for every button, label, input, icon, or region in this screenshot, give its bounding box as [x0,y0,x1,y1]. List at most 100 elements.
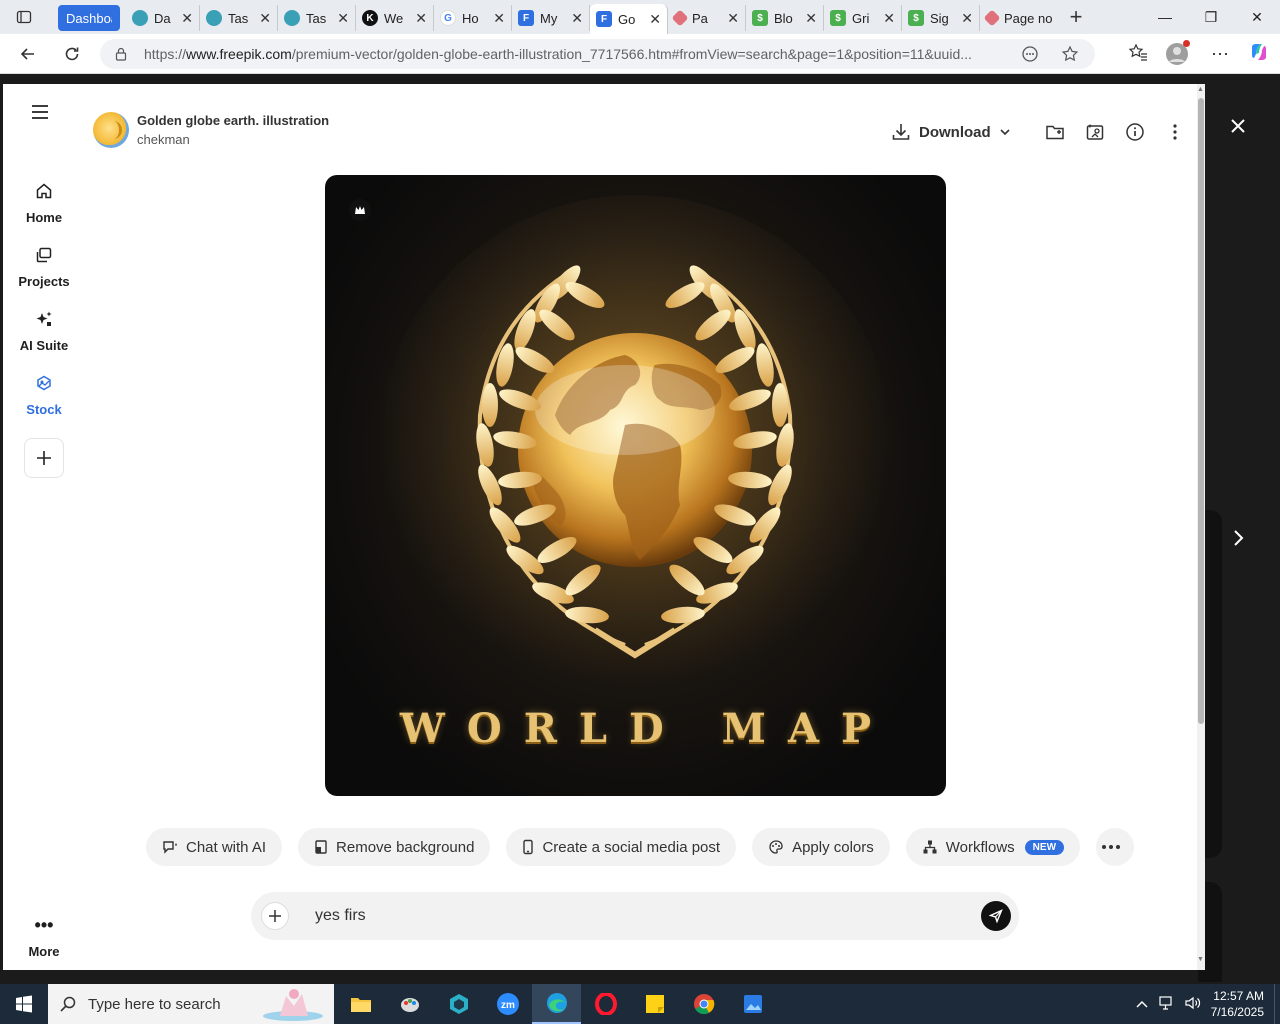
browser-tab-active[interactable]: F Go ✕ [590,4,668,34]
close-tab-icon[interactable]: ✕ [493,10,505,27]
new-tab-button[interactable]: + [1058,4,1094,30]
browser-tab[interactable]: Dashboard [58,5,120,31]
download-button[interactable]: Download [891,122,1011,142]
network-icon[interactable] [1159,995,1175,1013]
sidebar-item-projects[interactable]: Projects [3,246,85,289]
scroll-up-icon[interactable]: ▲ [1197,86,1204,93]
taskbar-clock[interactable]: 12:57 AM 7/16/2025 [1211,988,1264,1020]
add-button[interactable] [24,438,64,478]
browser-tab[interactable]: F My ✕ [512,5,590,31]
sidebar-item-ai-suite[interactable]: AI Suite [3,310,85,353]
notification-dot [1183,40,1190,47]
browser-tab[interactable]: $ Sig ✕ [902,5,980,31]
close-modal-button[interactable] [1226,114,1250,143]
app-paint-icon[interactable] [385,984,434,1024]
close-tab-icon[interactable]: ✕ [727,10,739,27]
browser-tab[interactable]: K We ✕ [356,5,434,31]
reading-view-icon[interactable] [1021,45,1039,66]
opera-icon[interactable] [581,984,630,1024]
close-tab-icon[interactable]: ✕ [571,10,583,27]
close-tab-icon[interactable]: ✕ [259,10,271,27]
hamburger-menu-icon[interactable] [31,104,49,125]
golden-globe-illustration [375,195,895,715]
browser-tab[interactable]: Tas ✕ [200,5,278,31]
close-tab-icon[interactable]: ✕ [649,11,661,28]
profile-avatar[interactable] [1162,39,1192,69]
scrollbar-thumb[interactable] [1198,98,1204,724]
scroll-down-icon[interactable]: ▼ [1197,956,1204,963]
author-name[interactable]: chekman [137,132,329,147]
chrome-icon[interactable] [679,984,728,1024]
remove-background-icon [315,840,327,854]
minimize-icon[interactable]: — [1142,0,1188,34]
browser-tab[interactable]: Tas ✕ [278,5,356,31]
photos-icon[interactable] [728,984,777,1024]
taskbar-search[interactable]: Type here to search [48,984,334,1024]
close-tab-icon[interactable]: ✕ [883,10,895,27]
browser-tab[interactable]: Pa ✕ [668,5,746,31]
lock-icon[interactable] [114,47,128,61]
browser-tab[interactable]: G Ho ✕ [434,5,512,31]
close-tab-icon[interactable]: ✕ [415,10,427,27]
chat-with-ai-button[interactable]: Chat with AI [146,828,283,866]
asset-header: Golden globe earth. illustration chekman [93,112,329,148]
close-window-icon[interactable]: ✕ [1234,0,1280,34]
browser-tab[interactable]: $ Gri ✕ [824,5,902,31]
edge-browser-icon[interactable] [532,984,581,1024]
workflow-icon [923,840,937,854]
favorites-icon[interactable] [1128,42,1148,67]
close-tab-icon[interactable]: ✕ [337,10,349,27]
close-tab-icon[interactable]: ✕ [805,10,817,27]
chevron-up-icon[interactable] [1135,997,1149,1012]
reload-icon[interactable] [50,34,94,74]
send-button[interactable] [981,901,1011,931]
download-icon [892,124,910,140]
browser-tab[interactable]: $ Blo ✕ [746,5,824,31]
author-avatar[interactable] [93,112,129,148]
show-desktop-button[interactable] [1274,984,1280,1024]
browser-tab-strip: Dashboard Da ✕ Tas ✕ Tas ✕ K We ✕ G Ho ✕… [0,0,1280,34]
browser-tab[interactable]: Da ✕ [126,5,200,31]
search-highlight-icon [260,986,326,1024]
tab-favicon [284,10,300,26]
info-icon[interactable] [1115,122,1155,142]
edit-image-icon[interactable] [1075,122,1115,142]
restore-icon[interactable]: ❐ [1188,0,1234,34]
file-explorer-icon[interactable] [336,984,385,1024]
more-tools-button[interactable] [1096,828,1135,866]
workflows-button[interactable]: Workflows NEW [905,828,1081,866]
more-options-icon[interactable] [1155,122,1195,142]
chat-input[interactable] [315,907,955,925]
address-bar: https://www.freepik.com/premium-vector/g… [0,34,1280,74]
close-tab-icon[interactable]: ✕ [181,10,193,27]
sticky-notes-icon[interactable] [630,984,679,1024]
attach-plus-button[interactable] [261,902,289,930]
create-social-post-button[interactable]: Create a social media post [506,828,737,866]
phone-icon [523,839,534,855]
tab-actions-icon[interactable] [0,0,48,34]
sidebar-item-more[interactable]: ••• More [3,916,85,959]
volume-icon[interactable] [1185,996,1201,1013]
windows-logo-icon [16,995,32,1013]
save-to-folder-icon[interactable] [1035,122,1075,142]
close-tab-icon[interactable]: ✕ [961,10,973,27]
settings-more-icon[interactable]: ⋯ [1206,44,1234,65]
sidebar-item-stock[interactable]: Stock [3,374,85,417]
asset-preview-image[interactable]: WORLD MAP [325,175,946,796]
copilot-icon[interactable] [1248,41,1270,68]
next-asset-button[interactable] [1228,526,1248,555]
app-cube-icon[interactable] [434,984,483,1024]
remove-background-button[interactable]: Remove background [298,828,491,866]
browser-tab[interactable]: Page no [980,5,1058,31]
tab-favicon: F [596,11,612,27]
zoom-icon[interactable]: zm [483,984,532,1024]
close-icon [1231,119,1245,133]
start-button[interactable] [0,984,48,1024]
modal-scrollbar[interactable]: ▲ ▼ [1197,84,1205,970]
home-icon [3,182,85,206]
favorite-star-icon[interactable] [1061,45,1079,66]
back-arrow-icon[interactable] [6,34,50,74]
apply-colors-button[interactable]: Apply colors [752,828,890,866]
sidebar-item-home[interactable]: Home [3,182,85,225]
url-bar[interactable]: https://www.freepik.com/premium-vector/g… [100,39,1095,69]
